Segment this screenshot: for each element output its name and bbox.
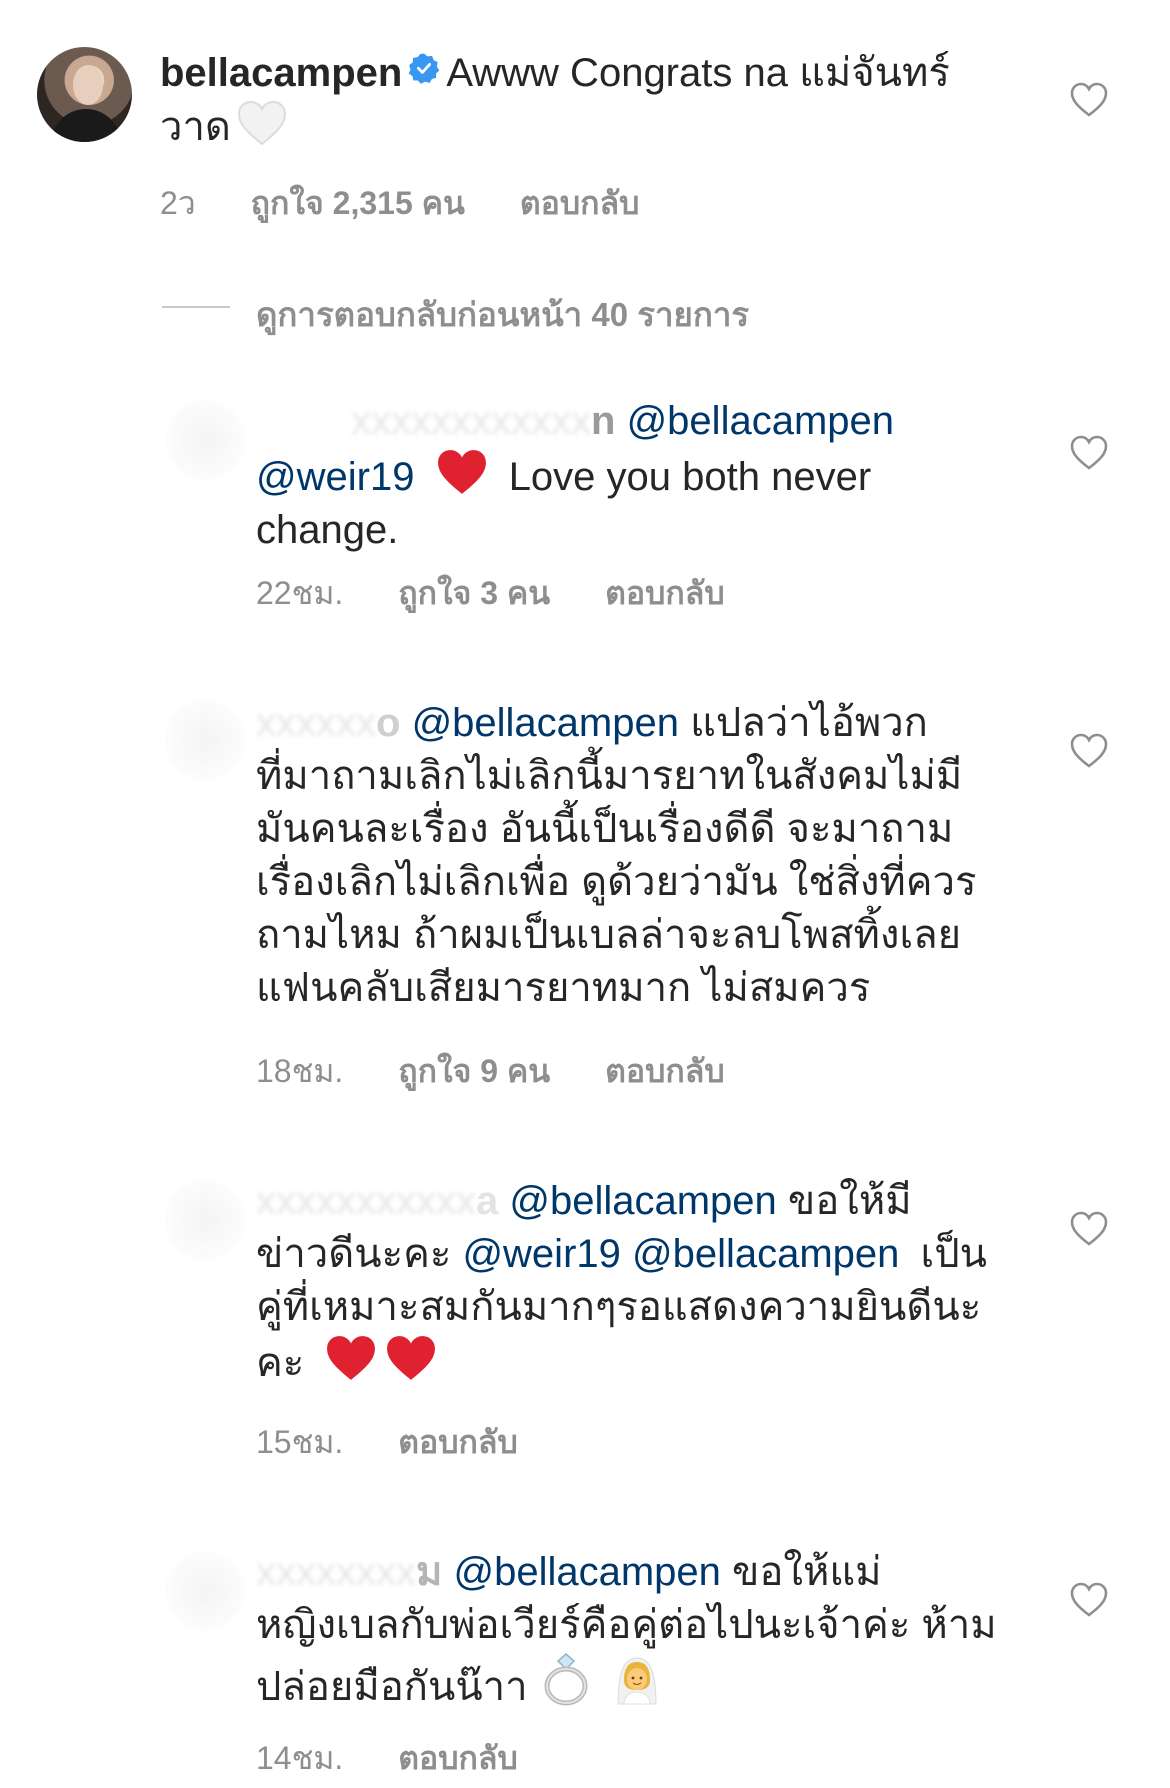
reply-1-text: xxxxxxxxxxxxn @bellacampen @weir19 Love … xyxy=(256,395,976,557)
reply-button[interactable]: ตอบกลับ xyxy=(398,1424,518,1460)
reply-body-line: ปล่อยมือกันน๊าา xyxy=(256,1665,528,1709)
reply-avatar[interactable] xyxy=(165,1551,245,1631)
red-heart-icon xyxy=(387,1336,436,1380)
bride-icon xyxy=(617,1657,657,1705)
reply-3-text: xxxxxxxxxxxa @bellacampen ขอให้มี ข่าวดี… xyxy=(256,1175,1046,1390)
reply-body-line: คู่ที่เหมาะสมกันมากๆรอแสดงความยินดีนะ xyxy=(256,1285,982,1329)
white-heart-icon xyxy=(237,100,286,146)
reply-meta: 22ชม. ถูกใจ 3 คน ตอบกลับ xyxy=(256,568,771,619)
reply-meta: 14ชม. ตอบกลับ xyxy=(256,1733,564,1784)
mention-link[interactable]: @bellacampen xyxy=(454,1550,721,1594)
ring-icon xyxy=(544,1653,588,1706)
like-heart-icon[interactable] xyxy=(1069,731,1109,771)
red-heart-icon xyxy=(437,450,486,494)
reply-button[interactable]: ตอบกลับ xyxy=(520,185,640,221)
reply-body-line: เป็น xyxy=(920,1232,987,1276)
reply-avatar[interactable] xyxy=(165,1180,245,1260)
avatar[interactable] xyxy=(37,47,132,142)
reply-time: 15ชม. xyxy=(256,1424,344,1460)
reply-time: 22ชม. xyxy=(256,575,344,611)
comment-likes[interactable]: ถูกใจ 2,315 คน xyxy=(251,185,465,221)
reply-body-line: คะ xyxy=(256,1341,305,1385)
reply-likes[interactable]: ถูกใจ 3 คน xyxy=(398,575,550,611)
reply-2-text: xxxxxxo @bellacampen แปลว่าไอ้พวก ที่มาถ… xyxy=(256,697,1046,1015)
reply-time: 14ชม. xyxy=(256,1740,344,1776)
reply-body-line: ขอให้มี xyxy=(787,1179,912,1223)
like-heart-icon[interactable] xyxy=(1069,433,1109,473)
reply-meta: 15ชม. ตอบกลับ xyxy=(256,1417,564,1468)
reply-username-fragment[interactable]: a xyxy=(476,1179,498,1223)
comment-time: 2ว xyxy=(160,185,196,221)
comment-meta: 2ว ถูกใจ 2,315 คน ตอบกลับ xyxy=(160,178,685,229)
reply-button[interactable]: ตอบกลับ xyxy=(605,1053,725,1089)
mention-link[interactable]: @bellacampen xyxy=(632,1232,899,1276)
like-heart-icon[interactable] xyxy=(1069,1209,1109,1249)
reply-meta: 18ชม. ถูกใจ 9 คน ตอบกลับ xyxy=(256,1046,771,1097)
reply-body-line: มันคนละเรื่อง อันนี้เป็นเรื่องดีดี จะมาถ… xyxy=(256,807,954,851)
reply-avatar[interactable] xyxy=(165,700,245,780)
reply-body-line: เรื่องเลิกไม่เลิกเพื่อ ดูด้วยว่ามัน ใช่ส… xyxy=(256,860,977,904)
reply-4-text: xxxxxxxxม @bellacampen ขอให้แม่ หญิงเบลก… xyxy=(256,1546,1046,1714)
reply-button[interactable]: ตอบกลับ xyxy=(605,575,725,611)
reply-username-fragment[interactable]: ม xyxy=(416,1550,442,1594)
reply-body-line: หญิงเบลกับพ่อเวียร์คือคู่ต่อไปนะเจ้าค่ะ … xyxy=(256,1603,997,1647)
verified-badge-icon xyxy=(409,53,440,84)
reply-username[interactable]: xxxxxxxxxxxx xyxy=(351,399,591,443)
reply-body-line: แฟนคลับเสียมารยาทมาก ไม่สมควร xyxy=(256,966,871,1010)
reply-username-fragment[interactable]: n xyxy=(591,399,615,443)
mention-link[interactable]: @weir19 xyxy=(462,1232,620,1276)
reply-time: 18ชม. xyxy=(256,1053,344,1089)
red-heart-icon xyxy=(327,1336,376,1380)
like-heart-icon[interactable] xyxy=(1069,1580,1109,1620)
reply-avatar[interactable] xyxy=(165,400,245,480)
mention-link[interactable]: @bellacampen xyxy=(627,399,894,443)
reply-username[interactable]: xxxxxxxx xyxy=(256,1550,416,1594)
mention-link[interactable]: @weir19 xyxy=(256,455,414,499)
comment-username[interactable]: bellacampen xyxy=(160,51,402,95)
reply-button[interactable]: ตอบกลับ xyxy=(398,1740,518,1776)
reply-username[interactable]: xxxxxx xyxy=(256,701,376,745)
reply-body-line: ขอให้แม่ xyxy=(732,1550,882,1594)
mention-link[interactable]: @bellacampen xyxy=(509,1179,776,1223)
reply-body-line: แปลว่าไอ้พวก xyxy=(690,701,928,745)
reply-body-line: ข่าวดีนะคะ xyxy=(256,1232,452,1276)
reply-body-line: ถามไหม ถ้าผมเป็นเบลล่าจะลบโพสทิ้งเลย xyxy=(256,913,962,957)
top-comment-text: bellacampen Awww Congrats na แม่จันทร์วาด xyxy=(160,47,1020,154)
view-previous-replies-button[interactable]: ดูการตอบกลับก่อนหน้า 40 รายการ xyxy=(256,288,749,341)
reply-username[interactable]: xxxxxxxxxxx xyxy=(256,1179,476,1223)
reply-username-fragment[interactable]: o xyxy=(376,701,400,745)
mention-link[interactable]: @bellacampen xyxy=(412,701,679,745)
reply-body-line: ที่มาถามเลิกไม่เลิกนี้มารยาทในสังคมไม่มี xyxy=(256,754,963,798)
divider xyxy=(162,306,230,308)
like-heart-icon[interactable] xyxy=(1069,80,1109,120)
reply-likes[interactable]: ถูกใจ 9 คน xyxy=(398,1053,550,1089)
